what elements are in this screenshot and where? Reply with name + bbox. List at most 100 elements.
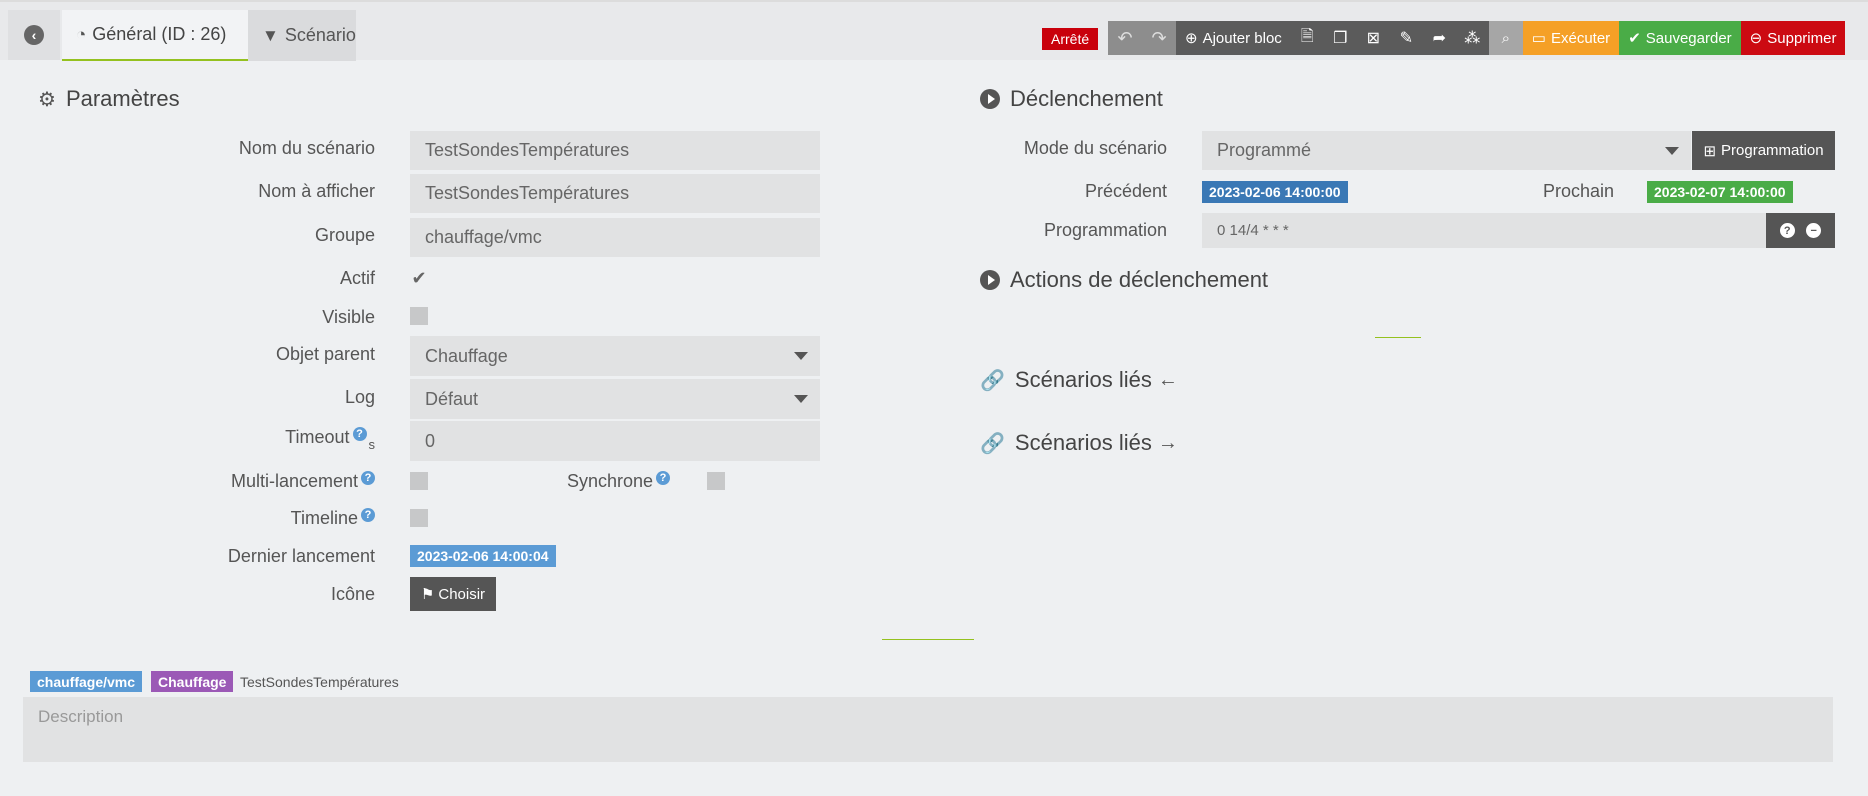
minus-circle-icon: ⊖ <box>1749 30 1763 47</box>
variables-button[interactable]: ⁂ <box>1455 21 1489 55</box>
name-label: Nom du scénario <box>238 138 375 158</box>
share-icon: ➦ <box>1432 30 1446 47</box>
add-programmation-button[interactable]: ⊞ Programmation <box>1692 131 1835 170</box>
remove-icon[interactable]: − <box>1806 223 1822 238</box>
group-tag: chauffage/vmc <box>30 671 143 692</box>
trigger-section-title: Déclenchement <box>980 86 1163 112</box>
log-label: Log <box>344 387 375 407</box>
choose-icon-button[interactable]: ⚑ Choisir <box>410 577 496 611</box>
tab-general[interactable]: ◔ Général (ID : 26) <box>62 10 248 61</box>
params-section-title: ⚙ Paramètres <box>38 86 180 112</box>
parent-label: Objet parent <box>275 344 375 364</box>
users-gear-icon: ⚙ <box>38 88 56 111</box>
help-icon[interactable]: ? <box>361 508 375 522</box>
active-label: Actif <box>339 268 375 288</box>
check-circle-icon: ✔ <box>1628 30 1641 47</box>
sync-label: Synchrone <box>566 471 653 491</box>
params-title: Paramètres <box>65 86 180 111</box>
group-input[interactable]: chauffage/vmc <box>410 218 820 257</box>
icon-label: Icône <box>330 584 375 604</box>
log-button[interactable]: 🗎 <box>1290 21 1324 55</box>
group-label: Groupe <box>314 225 375 245</box>
log-select[interactable]: Défaut <box>410 379 820 419</box>
parent-object-select[interactable]: Chauffage <box>410 336 820 376</box>
undo-button[interactable]: ↶ <box>1108 21 1142 55</box>
help-icon[interactable]: ? <box>656 471 670 485</box>
arrow-left-icon: ← <box>1157 368 1178 391</box>
save-label: Sauvegarder <box>1645 29 1732 47</box>
divider <box>882 639 974 640</box>
dashboard-icon: ◔ <box>76 24 87 44</box>
timeout-unit: s <box>368 437 376 452</box>
edit-icon: ✎ <box>1399 30 1413 47</box>
linked-out-section-title: 🔗 Scénarios liés → <box>980 430 1178 456</box>
search-button[interactable]: ⌕ <box>1488 21 1523 55</box>
redo-icon: ↷ <box>1151 27 1167 48</box>
description-placeholder: Description <box>38 707 124 726</box>
undo-icon: ↶ <box>1117 27 1133 48</box>
save-button[interactable]: ✔ Sauvegarder <box>1619 21 1741 55</box>
execute-label: Exécuter <box>1550 29 1611 47</box>
log-value: Défaut <box>425 388 479 409</box>
previous-label: Précédent <box>1084 181 1167 201</box>
display-name-input[interactable]: TestSondesTempératures <box>410 174 820 213</box>
scenario-name-input[interactable]: TestSondesTempératures <box>410 131 820 170</box>
tab-scenario[interactable]: ▼ Scénario <box>248 10 356 61</box>
template-button[interactable]: ⊠ <box>1356 21 1390 55</box>
multi-launch-checkbox[interactable] <box>410 472 428 490</box>
duplicate-button[interactable]: ❐ <box>1323 21 1357 55</box>
timeline-checkbox[interactable] <box>410 509 428 527</box>
mode-label: Mode du scénario <box>1023 138 1167 158</box>
linked-in-title: Scénarios liés <box>1014 367 1152 392</box>
visible-checkbox[interactable] <box>410 307 428 325</box>
redo-button[interactable]: ↷ <box>1142 21 1176 55</box>
template-icon: ⊠ <box>1366 30 1380 47</box>
tab-general-label: Général (ID : 26) <box>92 24 227 44</box>
arrow-right-icon: → <box>1157 431 1178 454</box>
help-icon[interactable]: ? <box>1779 223 1795 238</box>
parent-tag: Chauffage <box>151 671 234 692</box>
schedule-input[interactable]: 0 14/4 * * * <box>1202 213 1766 248</box>
schedule-actions: ? − <box>1766 213 1835 248</box>
gamepad-icon: ▭ <box>1531 30 1546 47</box>
mode-value: Programmé <box>1217 140 1312 160</box>
edit-button[interactable]: ✎ <box>1389 21 1423 55</box>
plus-circle-icon: ⊕ <box>1185 30 1198 47</box>
description-textarea[interactable]: Description <box>23 697 1833 762</box>
timeout-input[interactable]: 0 <box>410 421 820 461</box>
trigger-title: Déclenchement <box>1010 86 1163 111</box>
back-button[interactable]: ‹ <box>8 10 60 60</box>
linked-out-title: Scénarios liés <box>1014 430 1152 455</box>
filter-icon: ▼ <box>262 25 279 45</box>
file-icon: 🗎 <box>1300 27 1314 45</box>
help-icon[interactable]: ? <box>352 427 367 441</box>
plus-square-icon: ⊞ <box>1703 142 1717 160</box>
scenario-name-text: TestSondesTempératures <box>240 673 399 690</box>
parent-object-value: Chauffage <box>425 345 508 366</box>
arrow-left-icon: ‹ <box>24 25 44 45</box>
visible-label: Visible <box>322 307 375 327</box>
link-icon: 🔗 <box>980 369 1005 392</box>
add-block-button[interactable]: ⊕ Ajouter bloc <box>1176 21 1291 55</box>
toolbar: ↶ ↷ ⊕ Ajouter bloc 🗎 ❐ ⊠ ✎ ➦ ⁂ ⌕ ▭ Exécu… <box>1108 21 1846 55</box>
actions-section-title: Actions de déclenchement <box>980 267 1268 293</box>
multi-launch-label: Multi-lancement <box>230 471 358 491</box>
timeline-label: Timeline <box>290 508 358 528</box>
divider <box>1375 337 1421 338</box>
previous-date-badge: 2023-02-06 14:00:00 <box>1202 181 1348 203</box>
sync-label-wrap: Synchrone? <box>540 471 670 492</box>
choose-label: Choisir <box>438 585 486 603</box>
mode-select[interactable]: Programmé <box>1202 131 1691 170</box>
delete-label: Supprimer <box>1767 29 1837 47</box>
delete-button[interactable]: ⊖ Supprimer <box>1740 21 1846 55</box>
export-button[interactable]: ➦ <box>1422 21 1456 55</box>
display-name-label: Nom à afficher <box>258 181 375 201</box>
last-run-label: Dernier lancement <box>227 546 375 566</box>
active-checkbox[interactable]: ✔ <box>410 269 428 287</box>
add-block-label: Ajouter bloc <box>1202 29 1282 47</box>
sync-checkbox[interactable] <box>707 472 725 490</box>
help-icon[interactable]: ? <box>361 471 375 485</box>
execute-button[interactable]: ▭ Exécuter <box>1522 21 1620 55</box>
last-run-badge: 2023-02-06 14:00:04 <box>410 545 556 567</box>
top-bar: ‹ ◔ Général (ID : 26) ▼ Scénario Arrêté … <box>0 0 1868 61</box>
